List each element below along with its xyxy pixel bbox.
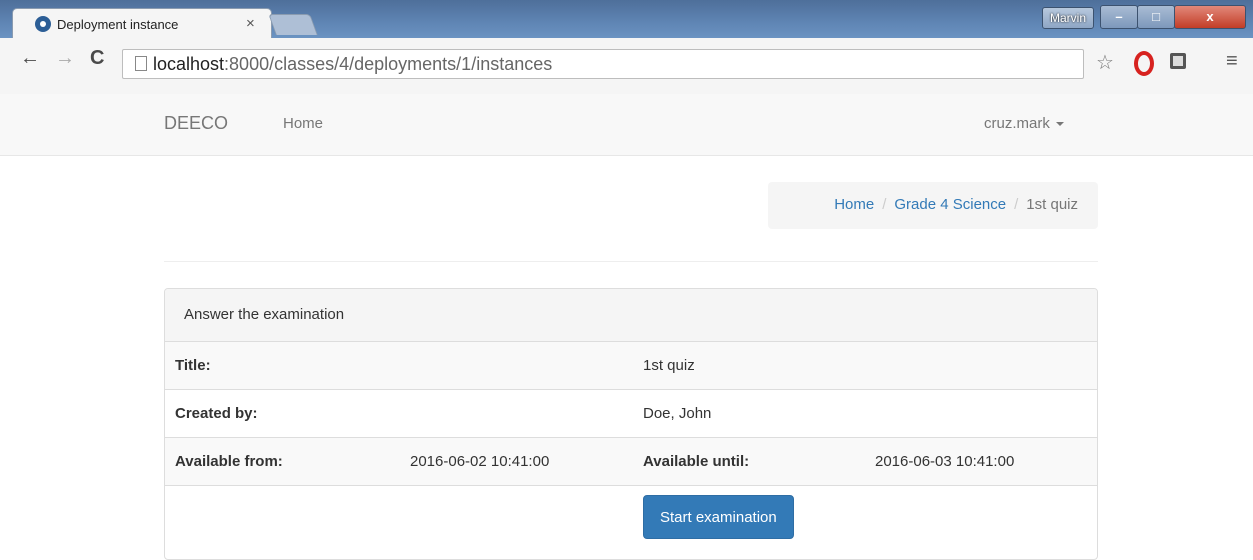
breadcrumb: Home / Grade 4 Science / 1st quiz [768,182,1098,229]
panel-heading: Answer the examination [165,289,1097,342]
browser-tab[interactable]: Deployment instance × [12,8,272,39]
tab-title: Deployment instance [57,17,179,32]
breadcrumb-home[interactable]: Home [834,196,874,213]
title-value: 1st quiz [643,357,695,374]
site-favicon-icon [35,16,51,32]
table-row: Start examination [165,486,1097,556]
breadcrumb-class[interactable]: Grade 4 Science [894,196,1006,213]
url-text[interactable]: localhost:8000/classes/4/deployments/1/i… [153,54,552,75]
app-navbar: DEECO Home cruz.mark [0,94,1253,156]
available-from-label: Available from: [175,453,283,470]
forward-arrow-icon[interactable]: → [55,47,75,70]
bookmark-star-icon[interactable]: ☆ [1096,50,1114,75]
breadcrumb-separator: / [1014,196,1019,213]
divider [164,261,1098,262]
breadcrumb-separator: / [882,196,887,213]
available-until-label: Available until: [643,453,750,470]
page-icon [135,56,147,71]
close-window-button[interactable]: x [1174,5,1246,29]
tab-close-icon[interactable]: × [246,15,255,32]
user-name: cruz.mark [984,115,1050,132]
user-menu-dropdown[interactable]: cruz.mark [984,115,1064,132]
created-by-value: Doe, John [643,405,712,422]
table-row: Created by: Doe, John [165,390,1097,438]
available-from-value: 2016-06-02 10:41:00 [410,453,550,470]
exam-panel: Answer the examination Title: 1st quiz C… [164,288,1098,560]
reload-icon[interactable]: C [90,47,104,70]
title-label: Title: [175,357,211,374]
available-until-value: 2016-06-03 10:41:00 [875,453,1015,470]
browser-menu-icon[interactable]: ≡ [1226,50,1238,73]
address-bar[interactable]: localhost:8000/classes/4/deployments/1/i… [122,49,1084,79]
maximize-button[interactable]: □ [1137,5,1175,29]
created-by-label: Created by: [175,405,258,422]
opera-extension-icon[interactable] [1134,51,1154,76]
table-row: Title: 1st quiz [165,342,1097,390]
window-titlebar: Deployment instance × Marvin – □ x [0,0,1253,39]
back-arrow-icon[interactable]: ← [20,47,40,70]
minimize-button[interactable]: – [1100,5,1138,29]
new-tab-button[interactable] [268,14,318,35]
caret-down-icon [1055,122,1064,127]
profile-badge[interactable]: Marvin [1042,7,1094,29]
table-row: Available from: 2016-06-02 10:41:00 Avai… [165,438,1097,486]
browser-toolbar: ← → C localhost:8000/classes/4/deploymen… [0,38,1253,95]
start-examination-button[interactable]: Start examination [643,495,794,539]
breadcrumb-current: 1st quiz [1026,196,1078,213]
navbar-brand[interactable]: DEECO [164,113,228,134]
extension-icon[interactable] [1170,53,1186,69]
nav-home-link[interactable]: Home [283,115,323,132]
